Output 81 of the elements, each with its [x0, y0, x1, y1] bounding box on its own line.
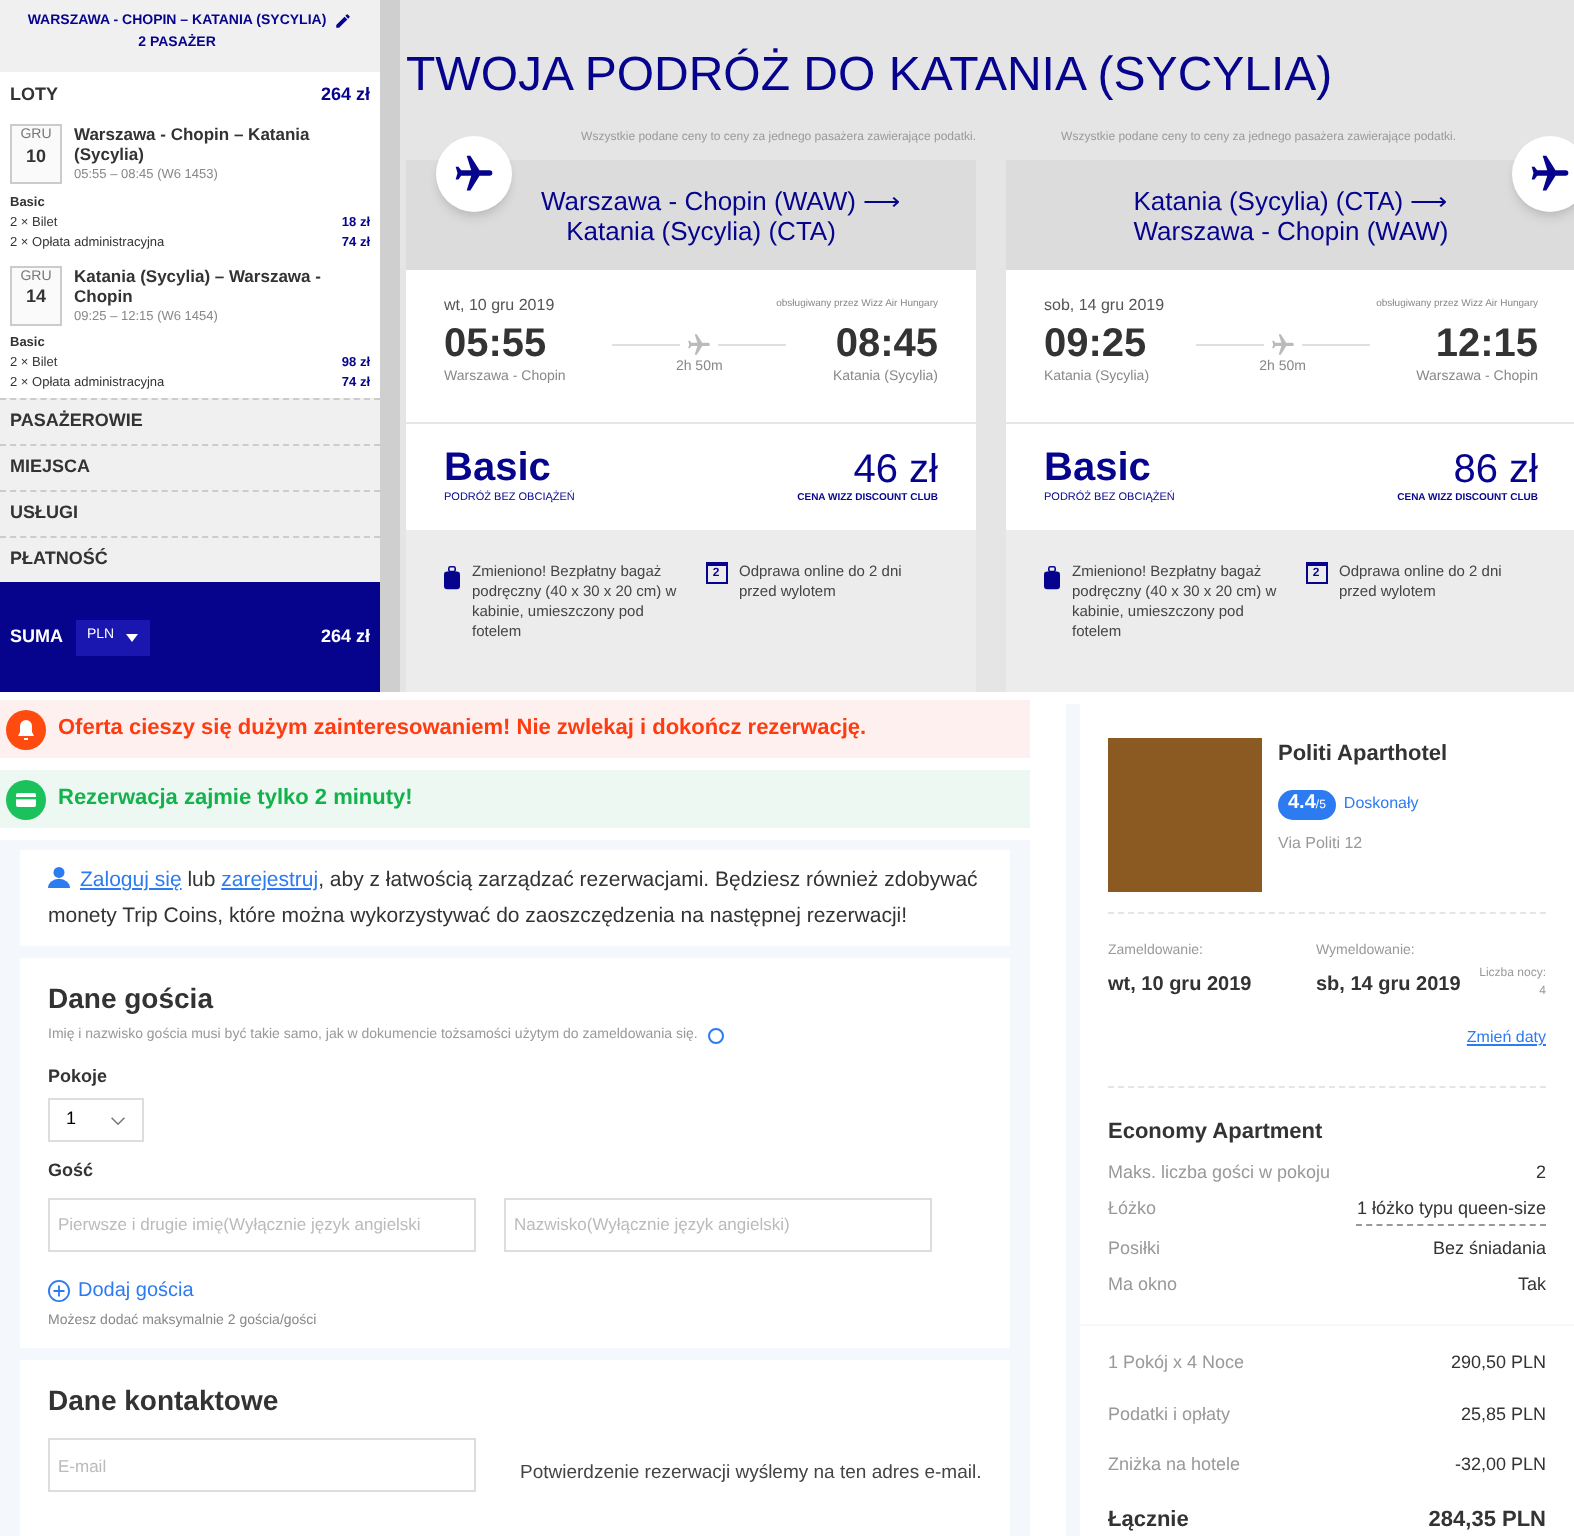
field-label: Gość	[48, 1158, 96, 1184]
rooms-select[interactable]: 1	[48, 1098, 144, 1142]
user-icon	[48, 866, 70, 888]
detail-value: 2	[1535, 1159, 1546, 1185]
day-label: 10	[25, 147, 46, 165]
airplane-icon	[452, 152, 496, 196]
fare-name: Basic	[1044, 446, 1151, 491]
detail-value: Bez śniadania	[1432, 1235, 1546, 1261]
price-value: 25,85 PLN	[1460, 1401, 1546, 1427]
section-title: LOTY	[10, 82, 58, 109]
hotel-address: Via Politi 12	[1278, 831, 1365, 855]
price-label: Zniżka na hotele	[1108, 1452, 1241, 1478]
alert-text: Oferta cieszy się dużym zainteresowaniem! Nie zwlekaj i dokończ rezerwację.	[58, 714, 867, 745]
fare-name: Basic	[444, 446, 551, 491]
plus-circle-icon	[48, 1279, 70, 1301]
detail-label: Posiłki	[1108, 1235, 1161, 1261]
day-label: 14	[25, 288, 46, 306]
detail-value: Tak	[1517, 1272, 1546, 1298]
flight-route: Katania (Sycylia) – Warszawa - Chopin	[74, 265, 323, 305]
edit-icon[interactable]	[334, 12, 353, 30]
summary-total: 264 zł	[320, 623, 370, 650]
info-icon[interactable]	[707, 1028, 724, 1045]
bell-icon	[6, 709, 46, 749]
price-value: -32,00 PLN	[1454, 1452, 1546, 1478]
total-label: Łącznie	[1108, 1505, 1189, 1535]
flights-total: 264 zł	[320, 82, 370, 109]
login-prompt: Zaloguj się lub zarejestruj, aby z łatwością zarządzać rezerwacjami. Będziesz również zdobywać monety Trip Coins, które można wykorzystywać do zaoszczędzenia na następnej rezerwacji!	[48, 864, 980, 932]
flight-date: sob, 14 gru 2019	[1044, 294, 1165, 318]
airplane-icon	[686, 331, 713, 357]
caret-icon	[126, 633, 139, 641]
first-name-field[interactable]: Pierwsze i drugie imię(Wyłącznie język angielski	[48, 1197, 476, 1251]
airplane-icon	[1528, 152, 1572, 196]
fare-price: 86 zł	[1453, 447, 1538, 492]
detail-label: Łóżko	[1108, 1196, 1157, 1222]
price-label: Podatki i opłaty	[1108, 1401, 1231, 1428]
add-guest-button[interactable]: Dodaj gościa	[48, 1275, 194, 1305]
luggage-icon	[444, 566, 460, 590]
luggage-icon	[1044, 566, 1060, 590]
checkin-date: wt, 10 gru 2019	[1108, 971, 1254, 999]
route-to: Warszawa - Chopin (WAW)	[1133, 215, 1449, 245]
last-name-field[interactable]: Nazwisko(Wyłącznie język angielski)	[504, 1197, 932, 1251]
departure-time: 09:25	[1044, 320, 1149, 368]
price-value: 290,50 PLN	[1450, 1350, 1546, 1376]
rating-label: Doskonały	[1343, 792, 1419, 816]
route-to: Katania (Sycylia) (CTA)	[566, 215, 836, 245]
page-title: TWOJA PODRÓŻ DO KATANIA (SYCYLIA)	[406, 46, 1333, 106]
register-link[interactable]: zarejestruj	[221, 868, 319, 892]
collapsed-section[interactable]: MIEJSCA	[10, 454, 91, 482]
detail-label: Maks. liczba gości w pokoju	[1108, 1159, 1331, 1186]
change-dates-link[interactable]: Zmień daty	[1466, 1026, 1546, 1050]
arrival-time: 12:15	[1435, 320, 1538, 368]
route-from: Warszawa - Chopin (WAW) ⟶	[540, 185, 902, 215]
airplane-icon	[1269, 331, 1296, 357]
select-value: 1	[66, 1106, 77, 1133]
alert-text: Rezerwacja zajmie tylko 2 minuty!	[58, 784, 413, 815]
room-name: Economy Apartment	[1108, 1118, 1325, 1148]
collapsed-section[interactable]: PŁATNOŚĆ	[10, 546, 108, 574]
collapsed-section[interactable]: PASAŻEROWIE	[10, 408, 143, 436]
detail-label: Ma okno	[1108, 1272, 1178, 1298]
section-heading: Dane kontaktowe	[48, 1382, 281, 1420]
collapsed-section[interactable]: USŁUGI	[10, 500, 79, 528]
checkout-date: sb, 14 gru 2019	[1316, 971, 1461, 999]
total-value: 284,35 PLN	[1428, 1505, 1546, 1535]
scrollbar[interactable]	[380, 0, 400, 692]
hotel-name: Politi Aparthotel	[1278, 740, 1448, 770]
email-note: Potwierdzenie rezerwacji wyślemy na ten adres e-mail.	[520, 1459, 982, 1488]
detail-value[interactable]: 1 łóżko typu queen-size	[1356, 1196, 1546, 1225]
route-from: Katania (Sycylia) (CTA) ⟶	[1133, 185, 1449, 215]
price-label: 1 Pokój x 4 Noce	[1108, 1350, 1245, 1376]
login-link[interactable]: Zaloguj się	[80, 868, 182, 892]
section-heading: Dane gościa	[48, 980, 216, 1018]
summary-label: SUMA	[10, 623, 63, 650]
arrival-time: 08:45	[835, 320, 938, 368]
flight-route: Warszawa - Chopin – Katania (Sycylia)	[74, 124, 312, 164]
departure-time: 05:55	[444, 320, 549, 368]
email-field[interactable]: E-mail	[48, 1438, 476, 1492]
card-icon	[6, 779, 46, 819]
fare-price: 46 zł	[853, 447, 938, 492]
chevron-down-icon	[110, 1115, 126, 1125]
flight-date: wt, 10 gru 2019	[444, 294, 555, 318]
field-label: Pokoje	[48, 1063, 110, 1090]
